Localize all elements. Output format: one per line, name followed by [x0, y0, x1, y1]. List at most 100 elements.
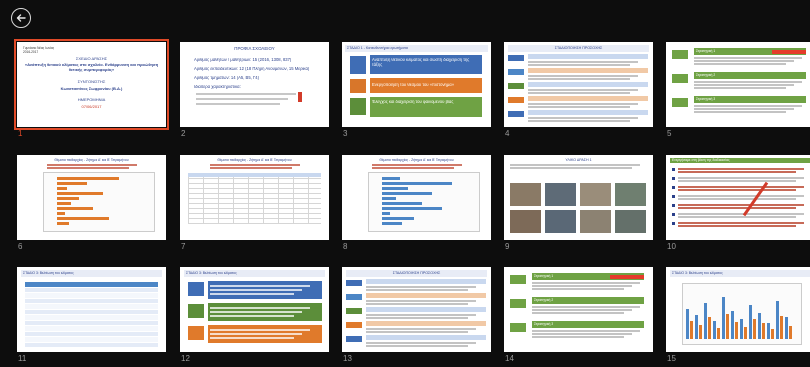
slide-graphic	[508, 111, 524, 117]
slide-thumbnail-5[interactable]: Στρατηγική 1 Στρατηγική 2 Στρατηγική 3 5	[666, 42, 810, 138]
slide-graphic	[233, 173, 234, 223]
slide-graphic	[508, 55, 524, 61]
slide-text-line	[528, 61, 638, 63]
slide-graphic	[528, 96, 648, 101]
slide-graphic	[25, 304, 158, 309]
slide-graphic	[350, 79, 366, 93]
slide-number: 5	[667, 129, 672, 138]
slide-thumbnail-15[interactable]: ΣΤΑΔΙΟ 3: Βελτίωση του κλίματος 15	[666, 267, 810, 363]
slide-graphic	[366, 293, 486, 298]
slide-graphic	[725, 313, 729, 339]
slide-graphic	[25, 326, 158, 331]
slide-graphic	[672, 204, 675, 207]
slide-graphic	[278, 173, 279, 223]
slide-graphic	[350, 56, 366, 74]
slide-graphic	[57, 202, 71, 205]
slide-text-line	[210, 289, 302, 291]
slide-text-line	[210, 293, 294, 295]
slide-text-line	[510, 167, 632, 169]
slide-thumbnail-4[interactable]: ΣΤΑΔΙΟΠΟΙΗΣΗ ΠΡΟΣΟΧΗΣ 4	[504, 42, 653, 138]
slide-text-line	[366, 286, 476, 288]
slide-photo	[615, 183, 646, 206]
slide-graphic	[25, 342, 158, 347]
slide-text-line	[678, 207, 796, 209]
slide-text-line	[694, 57, 802, 59]
slide-text-line	[678, 189, 796, 191]
slide-text-line	[678, 180, 796, 182]
slide-graphic	[528, 82, 648, 87]
slide-text: ΣΤΑΔΙΟ 3: Βελτίωση του κλίματος	[672, 271, 723, 275]
slide-text: Ενεργήσαμε στη βάση της διαδικασίας	[672, 158, 730, 162]
slide-text-line	[678, 225, 796, 227]
slide-thumbnail-11[interactable]: ΣΤΑΔΙΟ 3: Βελτίωση του κλίματος 11	[17, 267, 166, 363]
slide-thumbnail-7[interactable]: Θέματα πειθαρχίας - Ζήτημα Α' και Β' Τετ…	[180, 155, 329, 251]
slide-number: 3	[343, 129, 348, 138]
slide-preview: Θέματα πειθαρχίας - Ζήτημα Α' και Β' Τετ…	[180, 155, 329, 240]
slide-text-line	[366, 289, 468, 291]
slide-thumbnail-3[interactable]: ΣΤΑΔΙΟ 1 - Κατευθυντήρια ερωτήματα Ανάπτυ…	[342, 42, 491, 138]
slide-text-line	[210, 307, 310, 309]
slide-text-line	[678, 213, 804, 215]
slide-graphic	[761, 323, 765, 339]
slide-graphic	[218, 173, 219, 223]
slide-thumbnail-10[interactable]: Ενεργήσαμε στη βάση της διαδικασίας 10	[666, 155, 810, 251]
slide-graphic	[188, 178, 321, 179]
slide-text: Θέματα πειθαρχίας - Ζήτημα Α' και Β' Τετ…	[217, 158, 292, 162]
slide-text: Στρατηγική 1	[696, 49, 716, 53]
slide-text: Στρατηγική 2	[696, 73, 716, 77]
slide-preview: ΣΤΑΔΙΟΠΟΙΗΣΗ ΠΡΟΣΟΧΗΣ	[342, 267, 491, 352]
slide-graphic	[57, 207, 93, 210]
slide-text-line	[528, 78, 630, 80]
slide-graphic	[346, 280, 362, 286]
slide-thumbnail-9[interactable]: ΥΛΙΚΟ ΔΡΑΣΗ 1 9	[504, 155, 653, 251]
slide-graphic	[510, 323, 526, 332]
slide-text: Αριθμός μαθητών / μαθητριών: 15 (2016, 1…	[194, 58, 292, 62]
slide-text: ΥΛΙΚΟ ΔΡΑΣΗ 1	[565, 158, 592, 162]
slide-graphic	[382, 212, 390, 215]
slide-graphic	[382, 217, 414, 220]
slide-graphic	[188, 183, 321, 184]
slide-graphic	[293, 173, 294, 223]
slide-graphic	[57, 212, 65, 215]
slide-thumbnail-1[interactable]: Γυμνάσιο Νέας Ιωνίας 2016-2017 ΣΧΕΔΙΟ ΔΡΑΣ…	[14, 39, 169, 138]
slide-graphic	[734, 322, 738, 339]
slide-number: 13	[343, 354, 352, 363]
slide-thumbnail-8[interactable]: Θέματα πειθαρχίας - Ζήτημα Α' και Β' Τετ…	[342, 155, 491, 251]
slide-graphic	[716, 328, 720, 339]
slide-text-line	[678, 222, 804, 224]
slide-graphic	[298, 92, 302, 102]
slide-thumbnail-2[interactable]: ΠΡΟΦΙΛ ΣΧΟΛΕΙΟΥ Αριθμός μαθητών / μαθητρι…	[180, 42, 329, 138]
slide-photo	[580, 210, 611, 233]
slide-text: ΣΤΑΔΙΟΠΟΙΗΣΗ ΠΡΟΣΟΧΗΣ	[554, 46, 603, 50]
slide-preview: ΣΤΑΔΙΟ 3: Βελτίωση του κλίματος	[180, 267, 329, 352]
slide-graphic	[263, 173, 264, 223]
slide-text-line	[678, 168, 804, 170]
slide-text: Θέματα πειθαρχίας - Ζήτημα Α' και Β' Τετ…	[54, 158, 129, 162]
slide-graphic	[672, 195, 675, 198]
slide-graphic	[25, 282, 158, 287]
slide-thumbnail-13[interactable]: ΣΤΑΔΙΟΠΟΙΗΣΗ ΠΡΟΣΟΧΗΣ 13	[342, 267, 491, 363]
slide-text-line	[694, 108, 794, 110]
slide-graphic	[57, 217, 109, 220]
slide-text-line	[196, 98, 288, 100]
slide-graphic	[510, 275, 526, 284]
slide-text-line	[678, 171, 796, 173]
slide-number: 15	[667, 354, 676, 363]
slide-graphic	[25, 337, 158, 342]
slide-text-line	[678, 216, 796, 218]
slide-graphic	[188, 193, 321, 194]
slide-graphic	[188, 188, 321, 189]
slide-graphic	[188, 203, 321, 204]
slide-text-line	[210, 329, 310, 331]
slide-thumbnail-14[interactable]: Στρατηγική 1 Στρατηγική 2 Στρατηγική 3 14	[504, 267, 653, 363]
slide-graphic	[188, 218, 321, 219]
slide-text-line	[210, 337, 294, 339]
slide-preview: Ενεργήσαμε στη βάση της διαδικασίας	[666, 155, 810, 240]
slide-thumbnail-6[interactable]: Θέματα πειθαρχίας - Ζήτημα Α' και Β' Τετ…	[17, 155, 166, 251]
slide-thumbnail-12[interactable]: ΣΤΑΔΙΟ 3: Βελτίωση του κλίματος 12	[180, 267, 329, 363]
slide-text-line	[532, 312, 624, 314]
slide-text-line	[366, 300, 476, 302]
slide-text: Στρατηγική 3	[696, 97, 716, 101]
slide-text-line	[366, 314, 476, 316]
slide-graphic	[188, 304, 204, 318]
